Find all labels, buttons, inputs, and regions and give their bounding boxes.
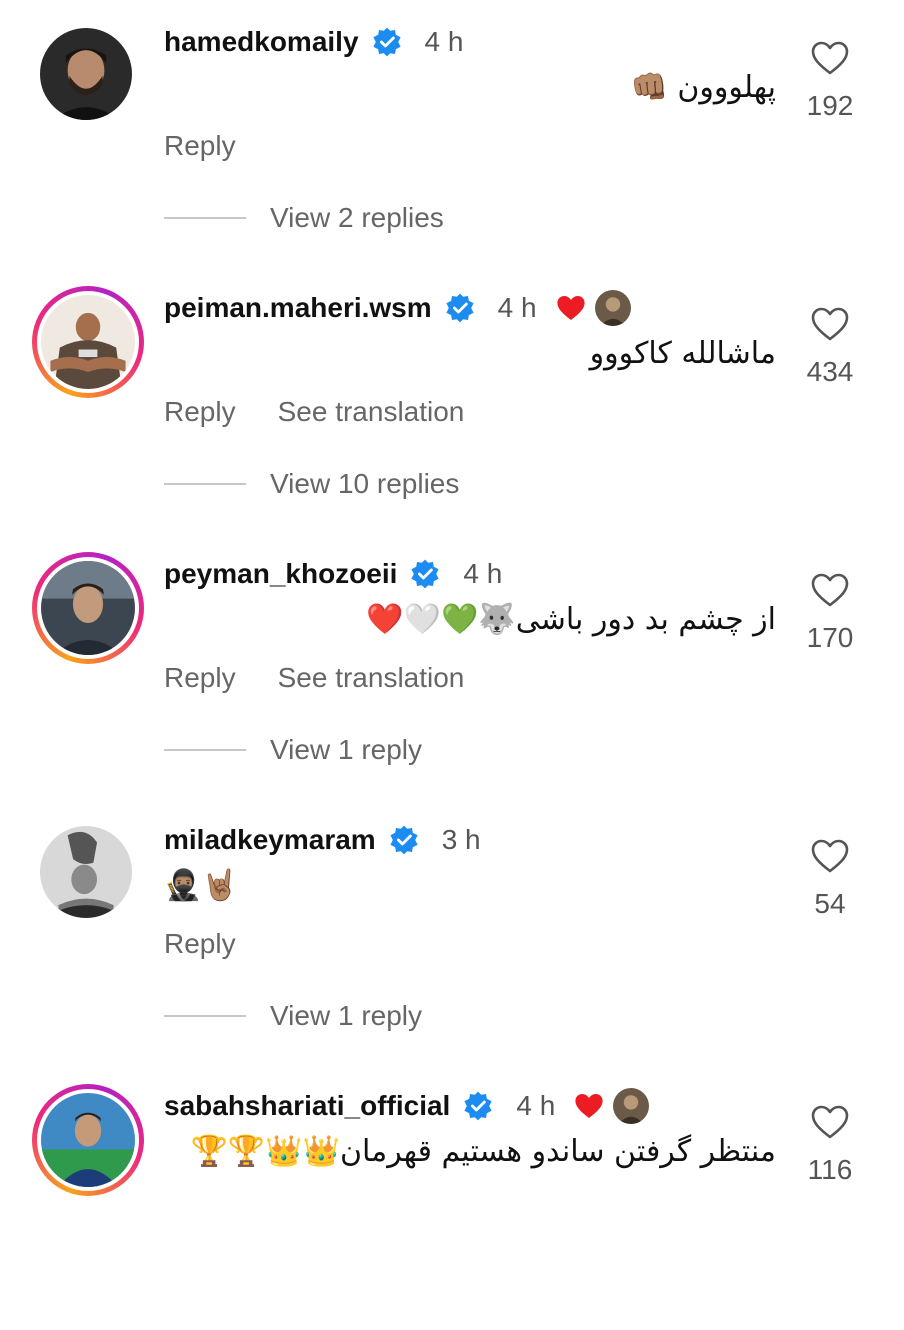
verified-badge-icon bbox=[372, 27, 401, 57]
divider-line bbox=[164, 1015, 246, 1017]
avatar[interactable] bbox=[32, 1084, 144, 1196]
comment-text: پهلووون 👊🏽 bbox=[630, 69, 776, 105]
comment-item: sabahshariati_official 4 h منتظر گرفتن س… bbox=[0, 1064, 904, 1330]
username[interactable]: hamedkomaily bbox=[164, 26, 359, 58]
like-control: 192 bbox=[800, 40, 860, 122]
red-heart-icon bbox=[556, 296, 585, 320]
avatar[interactable] bbox=[40, 826, 132, 918]
reply-button[interactable]: Reply bbox=[164, 130, 236, 162]
divider-line bbox=[164, 483, 246, 485]
heart-outline-icon[interactable] bbox=[810, 1104, 850, 1140]
like-count: 54 bbox=[814, 888, 846, 919]
divider-line bbox=[164, 749, 246, 751]
timestamp: 4 h bbox=[497, 292, 537, 323]
verified-badge-icon bbox=[390, 825, 418, 855]
username[interactable]: peyman_khozoeii bbox=[164, 558, 397, 590]
like-control: 170 bbox=[800, 572, 860, 654]
timestamp: 4 h bbox=[516, 1090, 556, 1121]
view-replies[interactable]: View 1 reply bbox=[164, 1000, 422, 1032]
red-heart-icon bbox=[575, 1094, 603, 1118]
avatar[interactable] bbox=[32, 552, 144, 664]
heart-outline-icon[interactable] bbox=[810, 838, 850, 874]
view-replies-label[interactable]: View 1 reply bbox=[270, 734, 422, 766]
like-control: 434 bbox=[800, 306, 860, 388]
comment-text: 🥷🏽🤘🏽 bbox=[164, 867, 239, 903]
heart-outline-icon[interactable] bbox=[810, 40, 850, 76]
avatar-photo bbox=[41, 561, 135, 655]
verified-badge-icon bbox=[446, 293, 474, 323]
like-count: 434 bbox=[806, 356, 854, 387]
reply-button[interactable]: Reply bbox=[164, 928, 236, 960]
comment-text: ماشالله کاکووو bbox=[589, 335, 776, 371]
username[interactable]: miladkeymaram bbox=[164, 824, 376, 856]
comment-header: peyman_khozoeii 4 h bbox=[164, 554, 502, 594]
avatar-photo bbox=[40, 28, 132, 120]
comment-item: peyman_khozoeii 4 h از چشم بد دور باشی🐺💚… bbox=[0, 532, 904, 798]
divider-line bbox=[164, 217, 246, 219]
like-count: 116 bbox=[807, 1154, 853, 1185]
username[interactable]: peiman.maheri.wsm bbox=[164, 292, 432, 324]
creator-avatar bbox=[613, 1088, 650, 1124]
view-replies-label[interactable]: View 1 reply bbox=[270, 1000, 422, 1032]
like-count: 170 bbox=[806, 622, 854, 653]
view-replies-label[interactable]: View 10 replies bbox=[270, 468, 459, 500]
see-translation-button[interactable]: See translation bbox=[278, 662, 465, 694]
avatar-photo bbox=[41, 295, 135, 389]
creator-avatar bbox=[594, 290, 631, 326]
reply-button[interactable]: Reply bbox=[164, 396, 236, 428]
view-replies[interactable]: View 2 replies bbox=[164, 202, 444, 234]
like-count: 192 bbox=[806, 90, 854, 121]
comment-actions: Reply See translation bbox=[164, 396, 506, 428]
comment-item: miladkeymaram 3 h 🥷🏽🤘🏽 54 Reply View 1 r… bbox=[0, 798, 904, 1064]
comment-header: sabahshariati_official 4 h bbox=[164, 1086, 650, 1126]
comment-header: miladkeymaram 3 h bbox=[164, 820, 481, 860]
comment-text: از چشم بد دور باشی🐺💚🤍❤️ bbox=[366, 601, 776, 637]
heart-outline-icon[interactable] bbox=[810, 572, 850, 608]
view-replies[interactable]: View 1 reply bbox=[164, 734, 422, 766]
timestamp: 4 h bbox=[463, 558, 503, 589]
comment-text: منتظر گرفتن ساندو هستیم قهرمان👑👑🏆🏆 bbox=[190, 1133, 776, 1169]
comment-item: hamedkomaily 4 h پهلووون 👊🏽 192 Reply Vi… bbox=[0, 0, 904, 266]
view-replies[interactable]: View 10 replies bbox=[164, 468, 459, 500]
view-replies-label[interactable]: View 2 replies bbox=[270, 202, 444, 234]
timestamp: 4 h bbox=[424, 26, 464, 57]
avatar-photo bbox=[40, 826, 132, 918]
avatar[interactable] bbox=[40, 28, 132, 120]
comment-actions: Reply bbox=[164, 928, 278, 960]
comment-header: hamedkomaily 4 h bbox=[164, 22, 463, 62]
avatar[interactable] bbox=[32, 286, 144, 398]
like-control: 54 bbox=[800, 838, 860, 920]
comment-item: peiman.maheri.wsm 4 h ماشالله کاکووو 434… bbox=[0, 266, 904, 532]
username[interactable]: sabahshariati_official bbox=[164, 1090, 450, 1122]
avatar-photo bbox=[41, 1093, 135, 1187]
timestamp: 3 h bbox=[441, 824, 481, 855]
reply-button[interactable]: Reply bbox=[164, 662, 236, 694]
see-translation-button[interactable]: See translation bbox=[278, 396, 465, 428]
verified-badge-icon bbox=[464, 1091, 492, 1121]
like-control: 116 bbox=[800, 1104, 860, 1186]
heart-outline-icon[interactable] bbox=[810, 306, 850, 342]
verified-badge-icon bbox=[411, 559, 440, 589]
comment-header: peiman.maheri.wsm 4 h bbox=[164, 288, 631, 328]
comment-actions: Reply bbox=[164, 130, 278, 162]
comment-actions: Reply See translation bbox=[164, 662, 506, 694]
